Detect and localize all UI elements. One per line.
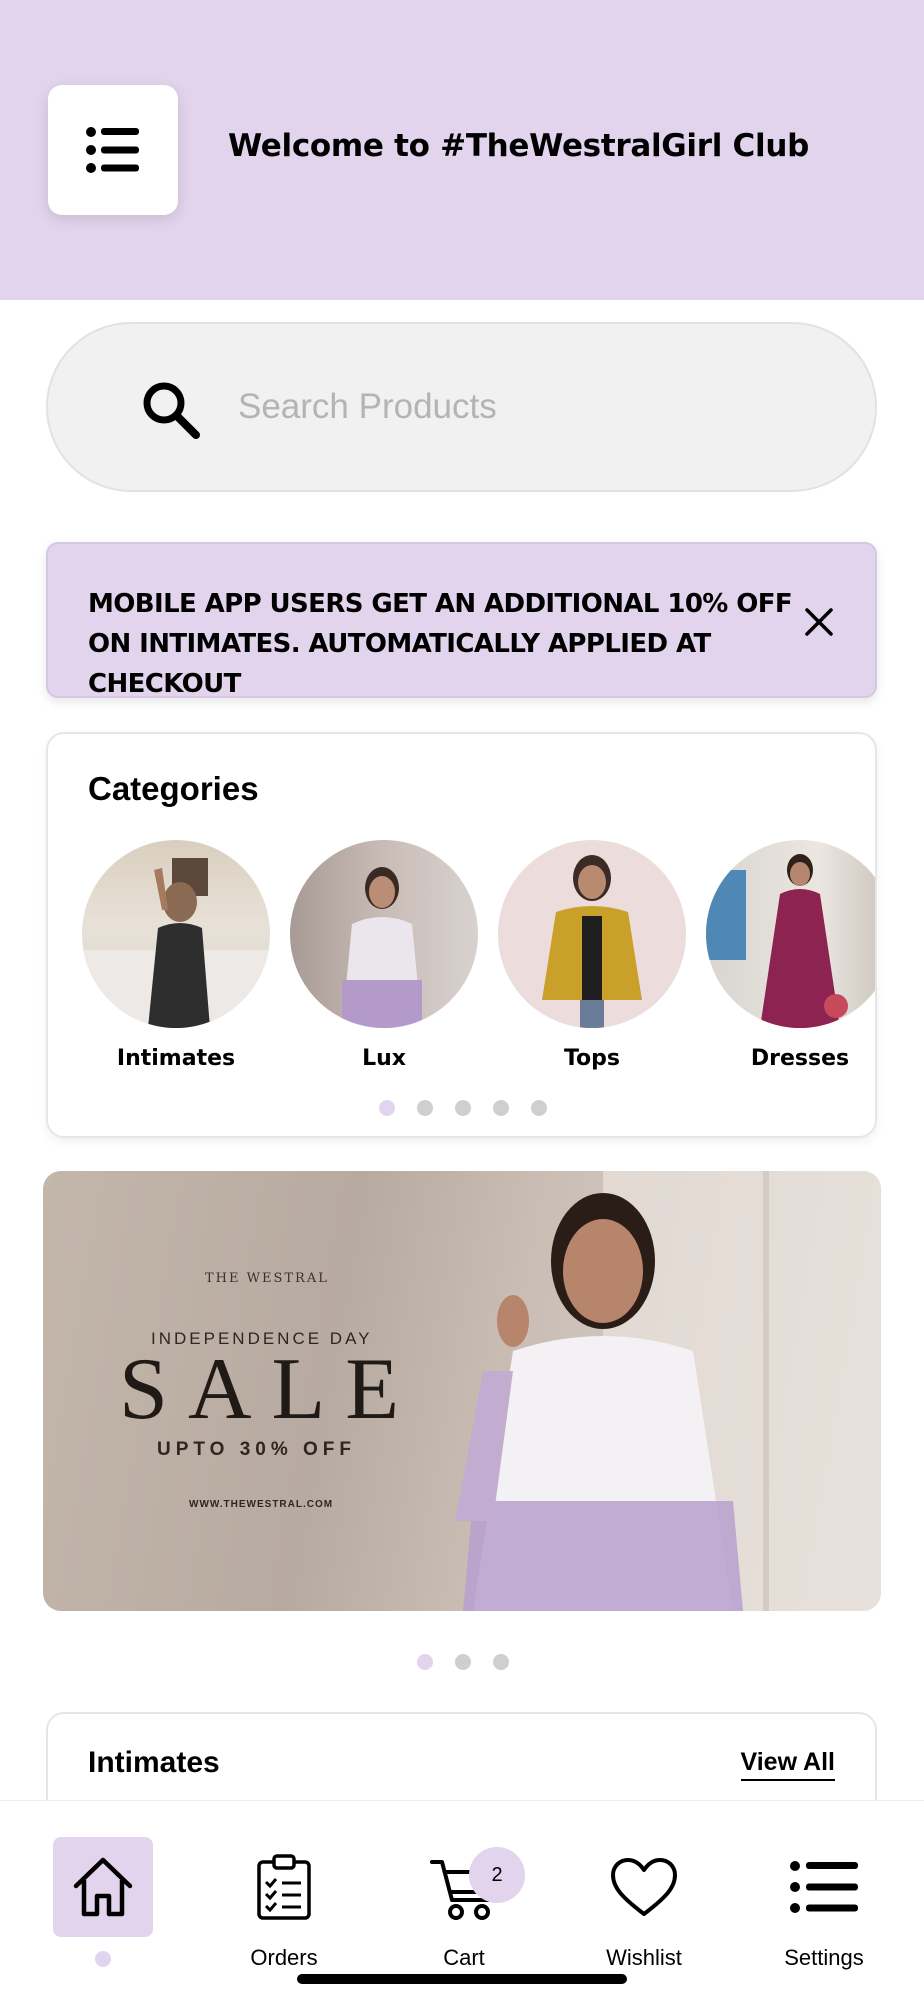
tab-label: Wishlist: [606, 1945, 682, 1970]
category-tops[interactable]: Tops: [497, 840, 687, 1071]
home-icon: [73, 1857, 133, 1917]
tab-label: Cart: [443, 1945, 485, 1970]
sale-banner[interactable]: THE WESTRAL INDEPENDENCE DAY SALE UPTO 3…: [43, 1171, 881, 1611]
category-label: Intimates: [116, 1046, 236, 1071]
category-image: [290, 840, 478, 1028]
close-icon[interactable]: [799, 602, 839, 642]
promo-banner: MOBILE APP USERS GET AN ADDITIONAL 10% O…: [46, 542, 877, 699]
hamburger-menu-icon: [86, 127, 139, 173]
search-bar[interactable]: [46, 322, 877, 492]
category-intimates[interactable]: Intimates: [81, 840, 271, 1071]
view-all-link[interactable]: View All: [740, 1748, 835, 1781]
category-image: [706, 840, 875, 1028]
category-dresses[interactable]: Dresses: [705, 840, 875, 1071]
banner-pagination: [417, 1654, 509, 1670]
pagination-dot[interactable]: [379, 1100, 395, 1116]
banner-headline: SALE: [119, 1341, 419, 1438]
list-icon: [790, 1861, 858, 1913]
header-title: Welcome to #TheWestralGirl Club: [228, 128, 809, 164]
category-label: Dresses: [750, 1046, 850, 1071]
heart-icon: [611, 1858, 677, 1916]
tab-settings[interactable]: Settings: [759, 1837, 889, 1971]
tab-home[interactable]: [38, 1837, 168, 1967]
categories-title: Categories: [88, 770, 259, 807]
banner-offer: UPTO 30% OFF: [157, 1439, 357, 1460]
active-tab-indicator: [95, 1951, 111, 1967]
categories-pagination: [379, 1100, 547, 1116]
pagination-dot[interactable]: [455, 1654, 471, 1670]
app-header: Welcome to #TheWestralGirl Club: [0, 0, 924, 300]
tab-orders[interactable]: Orders: [219, 1837, 349, 1971]
home-indicator[interactable]: [297, 1974, 627, 1984]
category-lux[interactable]: Lux: [289, 840, 479, 1071]
menu-button[interactable]: [48, 85, 178, 215]
search-input[interactable]: [238, 374, 838, 440]
tab-cart[interactable]: 2 Cart: [399, 1837, 529, 1971]
pagination-dot[interactable]: [493, 1100, 509, 1116]
bottom-tab-bar: Orders 2 Cart Wishlist Settings: [0, 1800, 924, 2000]
section-title: Intimates: [88, 1746, 220, 1779]
tab-label: Settings: [784, 1945, 864, 1970]
category-image: [82, 840, 270, 1028]
banner-url: WWW.THEWESTRAL.COM: [189, 1499, 334, 1510]
pagination-dot[interactable]: [417, 1654, 433, 1670]
tab-wishlist[interactable]: Wishlist: [579, 1837, 709, 1971]
banner-brand: THE WESTRAL: [205, 1271, 329, 1286]
tab-label: Orders: [250, 1945, 318, 1970]
home-tab-highlight: [53, 1837, 153, 1937]
pagination-dot[interactable]: [531, 1100, 547, 1116]
category-label: Tops: [563, 1046, 621, 1071]
pagination-dot[interactable]: [493, 1654, 509, 1670]
category-image: [498, 840, 686, 1028]
pagination-dot[interactable]: [455, 1100, 471, 1116]
search-icon: [143, 382, 200, 439]
pagination-dot[interactable]: [417, 1100, 433, 1116]
category-label: Lux: [362, 1046, 406, 1071]
categories-card: Categories Intimates Lux Tops Dresses: [46, 732, 877, 1138]
clipboard-icon: [257, 1854, 311, 1920]
cart-count-badge: 2: [469, 1847, 525, 1903]
promo-text: MOBILE APP USERS GET AN ADDITIONAL 10% O…: [88, 589, 793, 699]
